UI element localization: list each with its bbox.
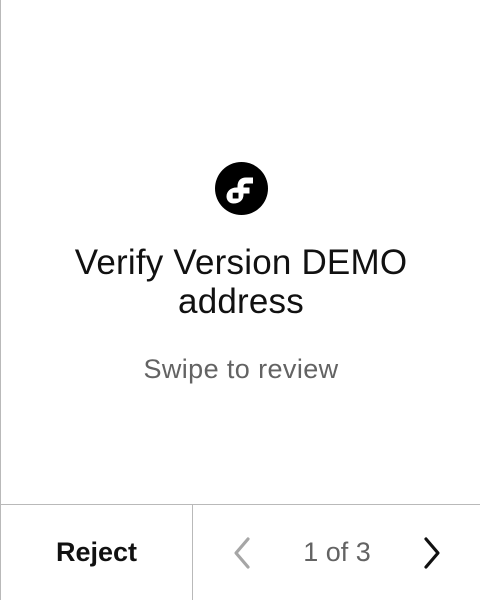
flow-logo-icon — [215, 162, 268, 215]
reject-button[interactable]: Reject — [1, 505, 193, 600]
review-title: Verify Version DEMO address — [74, 243, 408, 321]
chevron-right-icon[interactable] — [417, 536, 445, 570]
review-footer: Reject 1 of 3 — [1, 504, 480, 600]
review-screen: Verify Version DEMO address Swipe to rev… — [0, 0, 480, 600]
page-indicator: 1 of 3 — [303, 537, 371, 567]
review-content[interactable]: Verify Version DEMO address Swipe to rev… — [1, 0, 480, 505]
chevron-left-icon[interactable] — [229, 536, 257, 570]
page-navigation: 1 of 3 — [193, 505, 480, 600]
review-subtitle: Swipe to review — [143, 354, 339, 384]
